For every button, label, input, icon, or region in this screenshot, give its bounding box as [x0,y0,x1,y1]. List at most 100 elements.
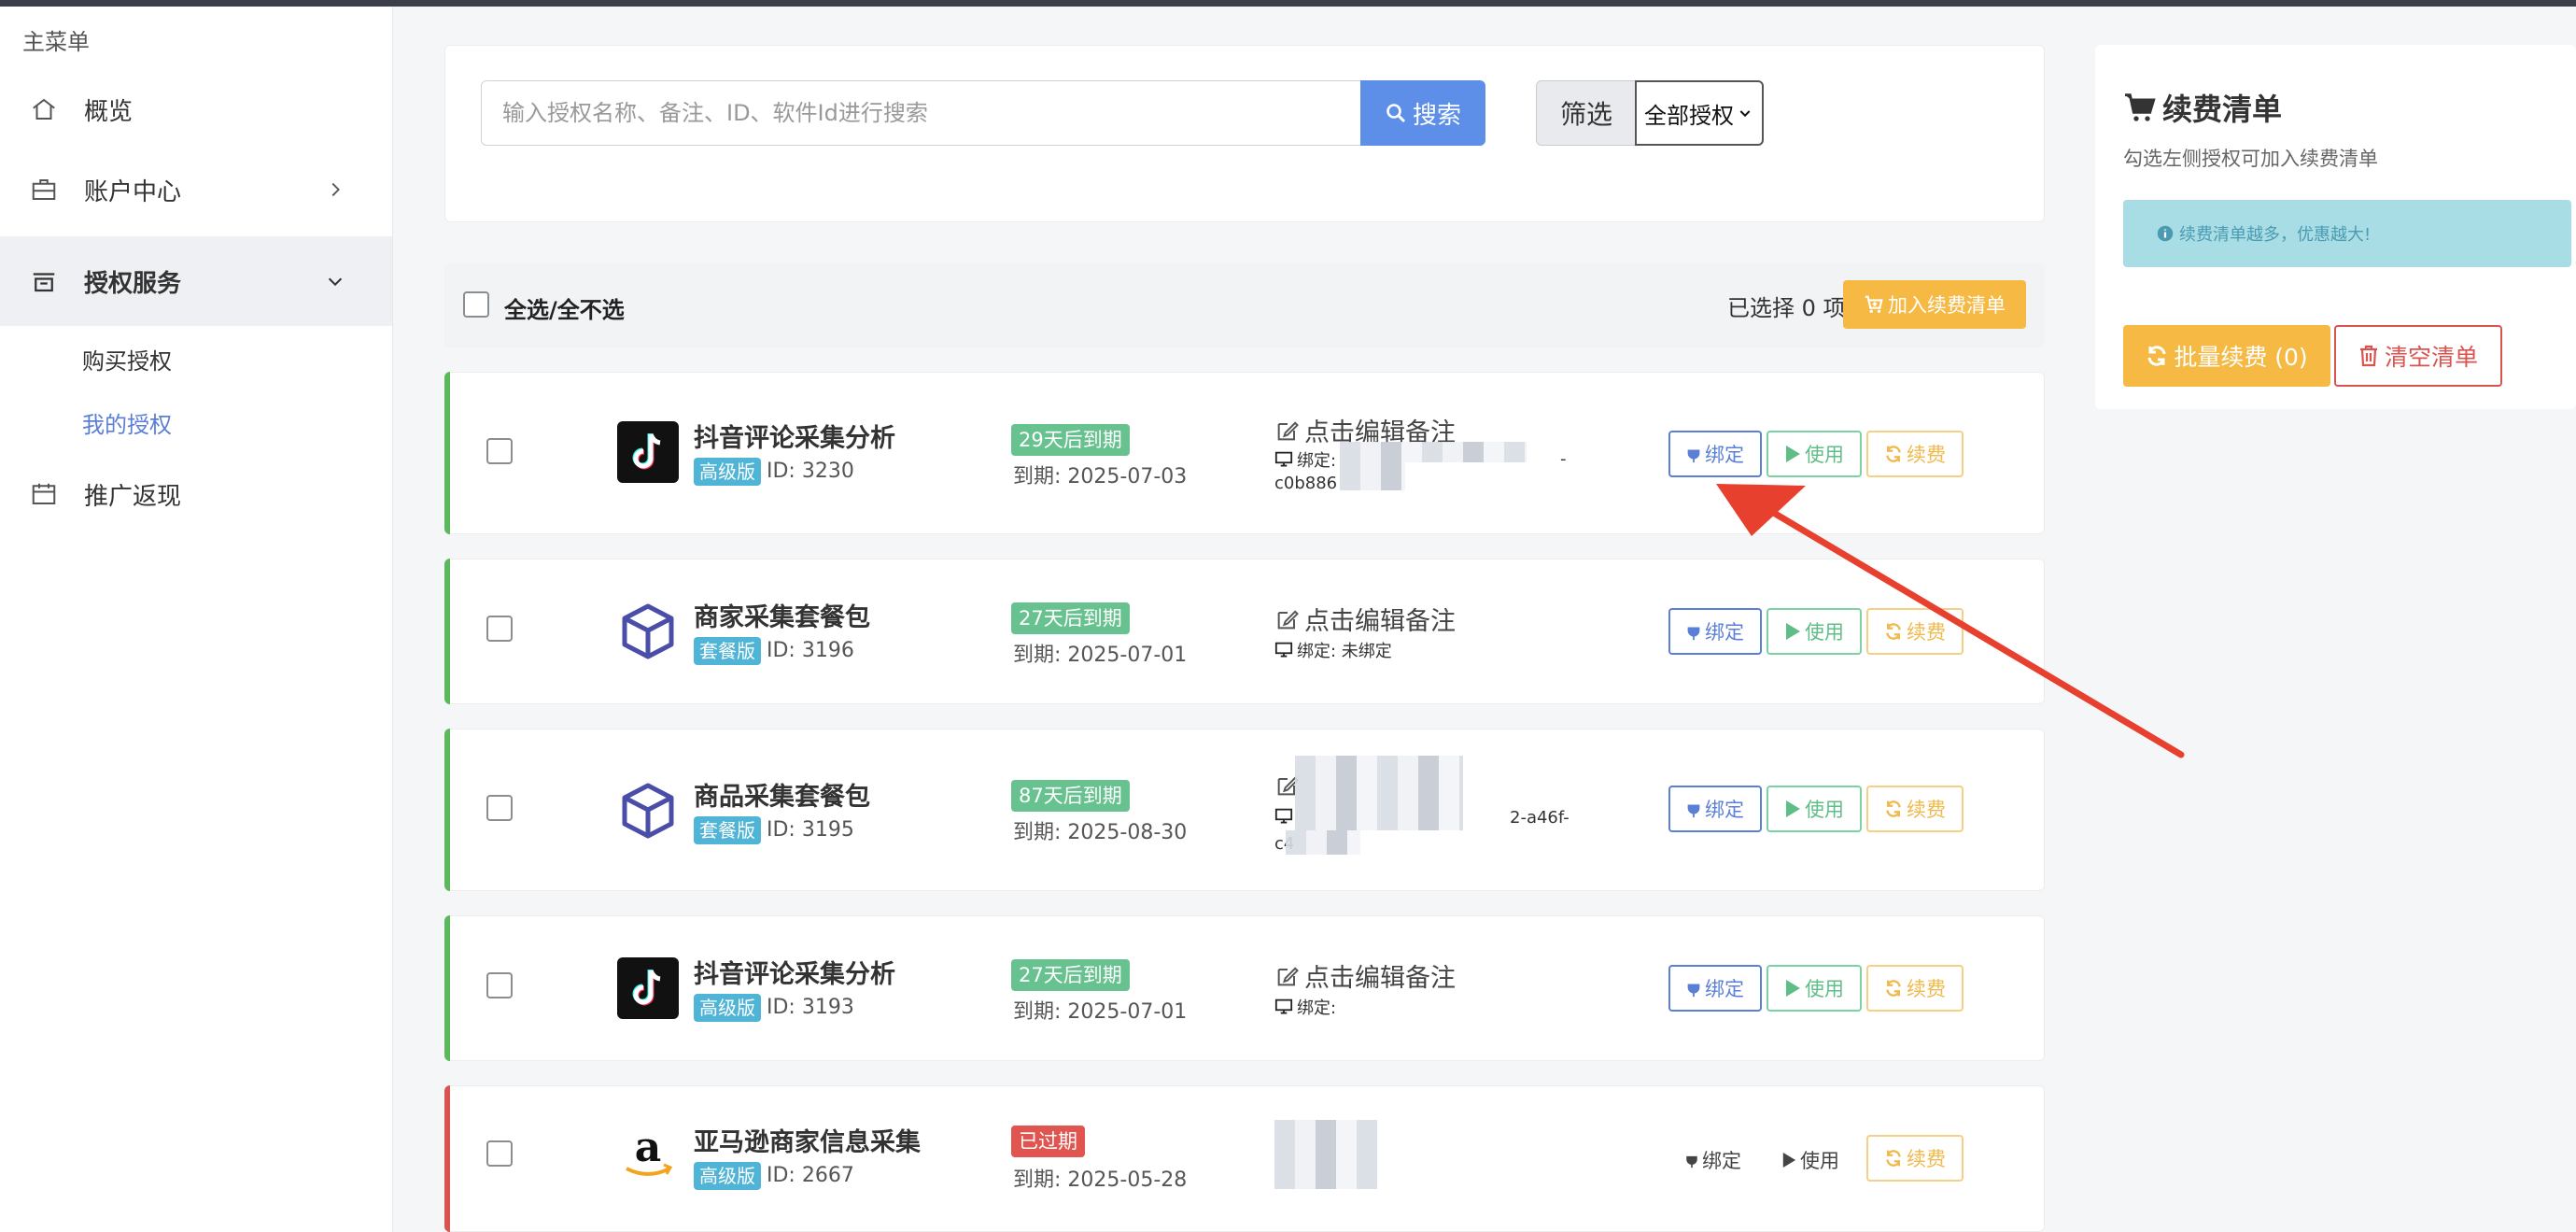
license-row: 抖音评论采集分析 高级版 ID: 3230 29天后到期 到期: 2025-07… [444,372,2045,534]
svg-text:a: a [635,1126,662,1171]
renew-button[interactable]: 续费 [1866,786,1964,832]
sidebar-item-account[interactable]: 账户中心 [0,152,392,227]
trash-icon [2359,345,2377,367]
tier-badge: 套餐版 [694,816,761,844]
refresh-icon [1886,1150,1901,1167]
refresh-icon [1886,980,1901,997]
play-icon [1782,1153,1796,1168]
cube-icon [622,603,674,659]
cart-plus-icon [1865,295,1883,313]
expiry-badge: 27天后到期 [1011,959,1130,991]
search-button[interactable]: 搜索 [1360,80,1485,146]
bind-device-id: c0b886 [1274,474,1338,493]
renew-button[interactable]: 续费 [1866,431,1964,477]
search-icon [1387,104,1406,123]
add-to-renewal-label: 加入续费清单 [1888,294,2006,317]
expiry-badge: 已过期 [1011,1126,1085,1157]
cart-alert-text: 续费清单越多，优惠越大! [2179,225,2372,245]
monitor-icon [1274,642,1293,658]
selected-count: 已选择 0 项 [1727,295,1846,321]
edit-note-link[interactable]: 点击编辑备注 [1274,601,1456,637]
play-icon [1786,623,1800,640]
license-name: 商家采集套餐包 [694,603,870,632]
license-name: 抖音评论采集分析 [694,960,895,989]
chevron-down-icon [1739,110,1751,118]
bind-button[interactable]: 绑定 [1676,1137,1751,1183]
sidebar-item-license-service[interactable]: 授权服务 [0,236,392,326]
redacted-block [1274,1120,1377,1189]
renewal-cart-panel: 续费清单 勾选左侧授权可加入续费清单 续费清单越多，优惠越大! 批量续费 (0)… [2095,45,2576,409]
redacted-block [1340,462,1405,490]
status-stripe [444,1085,450,1232]
tier-badge: 高级版 [694,458,761,486]
use-button-label: 使用 [1805,621,1844,644]
info-icon [2157,225,2174,242]
sidebar-item-referral[interactable]: 推广返现 [0,457,392,531]
license-name: 商品采集套餐包 [694,783,870,812]
expire-date: 到期: 2025-07-03 [1013,465,1188,489]
use-button[interactable]: 使用 [1767,786,1862,832]
batch-renew-button[interactable]: 批量续费 (0) [2123,325,2330,387]
sidebar-item-overview[interactable]: 概览 [0,72,392,147]
row-checkbox[interactable] [486,972,513,998]
use-button[interactable]: 使用 [1773,1137,1848,1183]
edit-icon [1277,420,1299,440]
use-button[interactable]: 使用 [1767,608,1862,655]
renew-button-label: 续费 [1907,621,1946,644]
row-checkbox[interactable] [486,616,513,642]
bind-button[interactable]: 绑定 [1668,431,1762,477]
sidebar-item-label: 概览 [84,97,134,126]
filter-select-value: 全部授权 [1644,102,1734,129]
redacted-block [1340,442,1527,462]
refresh-icon [1886,623,1901,640]
add-to-renewal-button[interactable]: 加入续费清单 [1843,280,2026,329]
redacted-block [1295,756,1463,830]
use-button[interactable]: 使用 [1767,431,1862,477]
batch-renew-label: 批量续费 (0) [2174,344,2308,371]
tier-badge: 套餐版 [694,637,761,665]
plug-icon [1686,1152,1697,1168]
sidebar-item-label: 账户中心 [84,177,182,206]
tier-badge: 高级版 [694,1162,761,1190]
row-checkbox[interactable] [486,795,513,821]
bind-button[interactable]: 绑定 [1668,965,1762,1012]
sidebar-item-label: 授权服务 [84,269,182,298]
bind-label: 绑定: 未绑定 [1297,642,1392,661]
clear-cart-button[interactable]: 清空清单 [2334,325,2502,387]
search-input[interactable]: 输入授权名称、备注、ID、软件Id进行搜索 [481,80,1362,146]
license-row: 抖音评论采集分析 高级版 ID: 3193 27天后到期 到期: 2025-07… [444,915,2045,1061]
cart-subtitle: 勾选左侧授权可加入续费清单 [2123,148,2378,170]
bind-button-label: 绑定 [1702,1150,1741,1172]
filter-select[interactable]: 全部授权 [1635,80,1764,146]
use-button-label: 使用 [1805,444,1844,466]
row-checkbox[interactable] [486,1140,513,1167]
select-all-bar: 全选/全不选 已选择 0 项 加入续费清单 [444,263,2045,347]
sidebar: 主菜单 概览 账户中心 授权服务 购买授权 我的授权 推广返现 [0,7,393,1232]
search-panel: 输入授权名称、备注、ID、软件Id进行搜索 搜索 筛选 全部授权 [444,45,2045,222]
renew-button[interactable]: 续费 [1866,1135,1964,1182]
bind-button[interactable]: 绑定 [1668,608,1762,655]
top-bar [0,0,2576,7]
sidebar-subitem-my-license[interactable]: 我的授权 [82,406,172,439]
use-button-label: 使用 [1805,978,1844,1000]
license-id: ID: 3230 [767,460,854,483]
expiry-badge: 87天后到期 [1011,780,1130,812]
sidebar-subitem-buy-license[interactable]: 购买授权 [82,343,172,375]
edit-note-link[interactable]: 点击编辑备注 [1274,957,1456,994]
bind-tail: - [1560,449,1567,469]
bind-button[interactable]: 绑定 [1668,786,1762,832]
monitor-icon [1274,451,1293,467]
status-stripe [444,559,450,704]
bind-label: 绑定: [1297,451,1337,471]
menu-title: 主菜单 [22,29,90,55]
amazon-icon: a [626,1126,673,1176]
select-all-checkbox[interactable] [463,291,489,318]
expiry-badge: 27天后到期 [1011,602,1130,634]
license-name: 亚马逊商家信息采集 [694,1128,921,1157]
renew-button[interactable]: 续费 [1866,608,1964,655]
note-text: 点击编辑备注 [1304,964,1456,993]
renew-button[interactable]: 续费 [1866,965,1964,1012]
use-button[interactable]: 使用 [1767,965,1862,1012]
row-checkbox[interactable] [486,438,513,464]
renew-button-label: 续费 [1907,799,1946,821]
